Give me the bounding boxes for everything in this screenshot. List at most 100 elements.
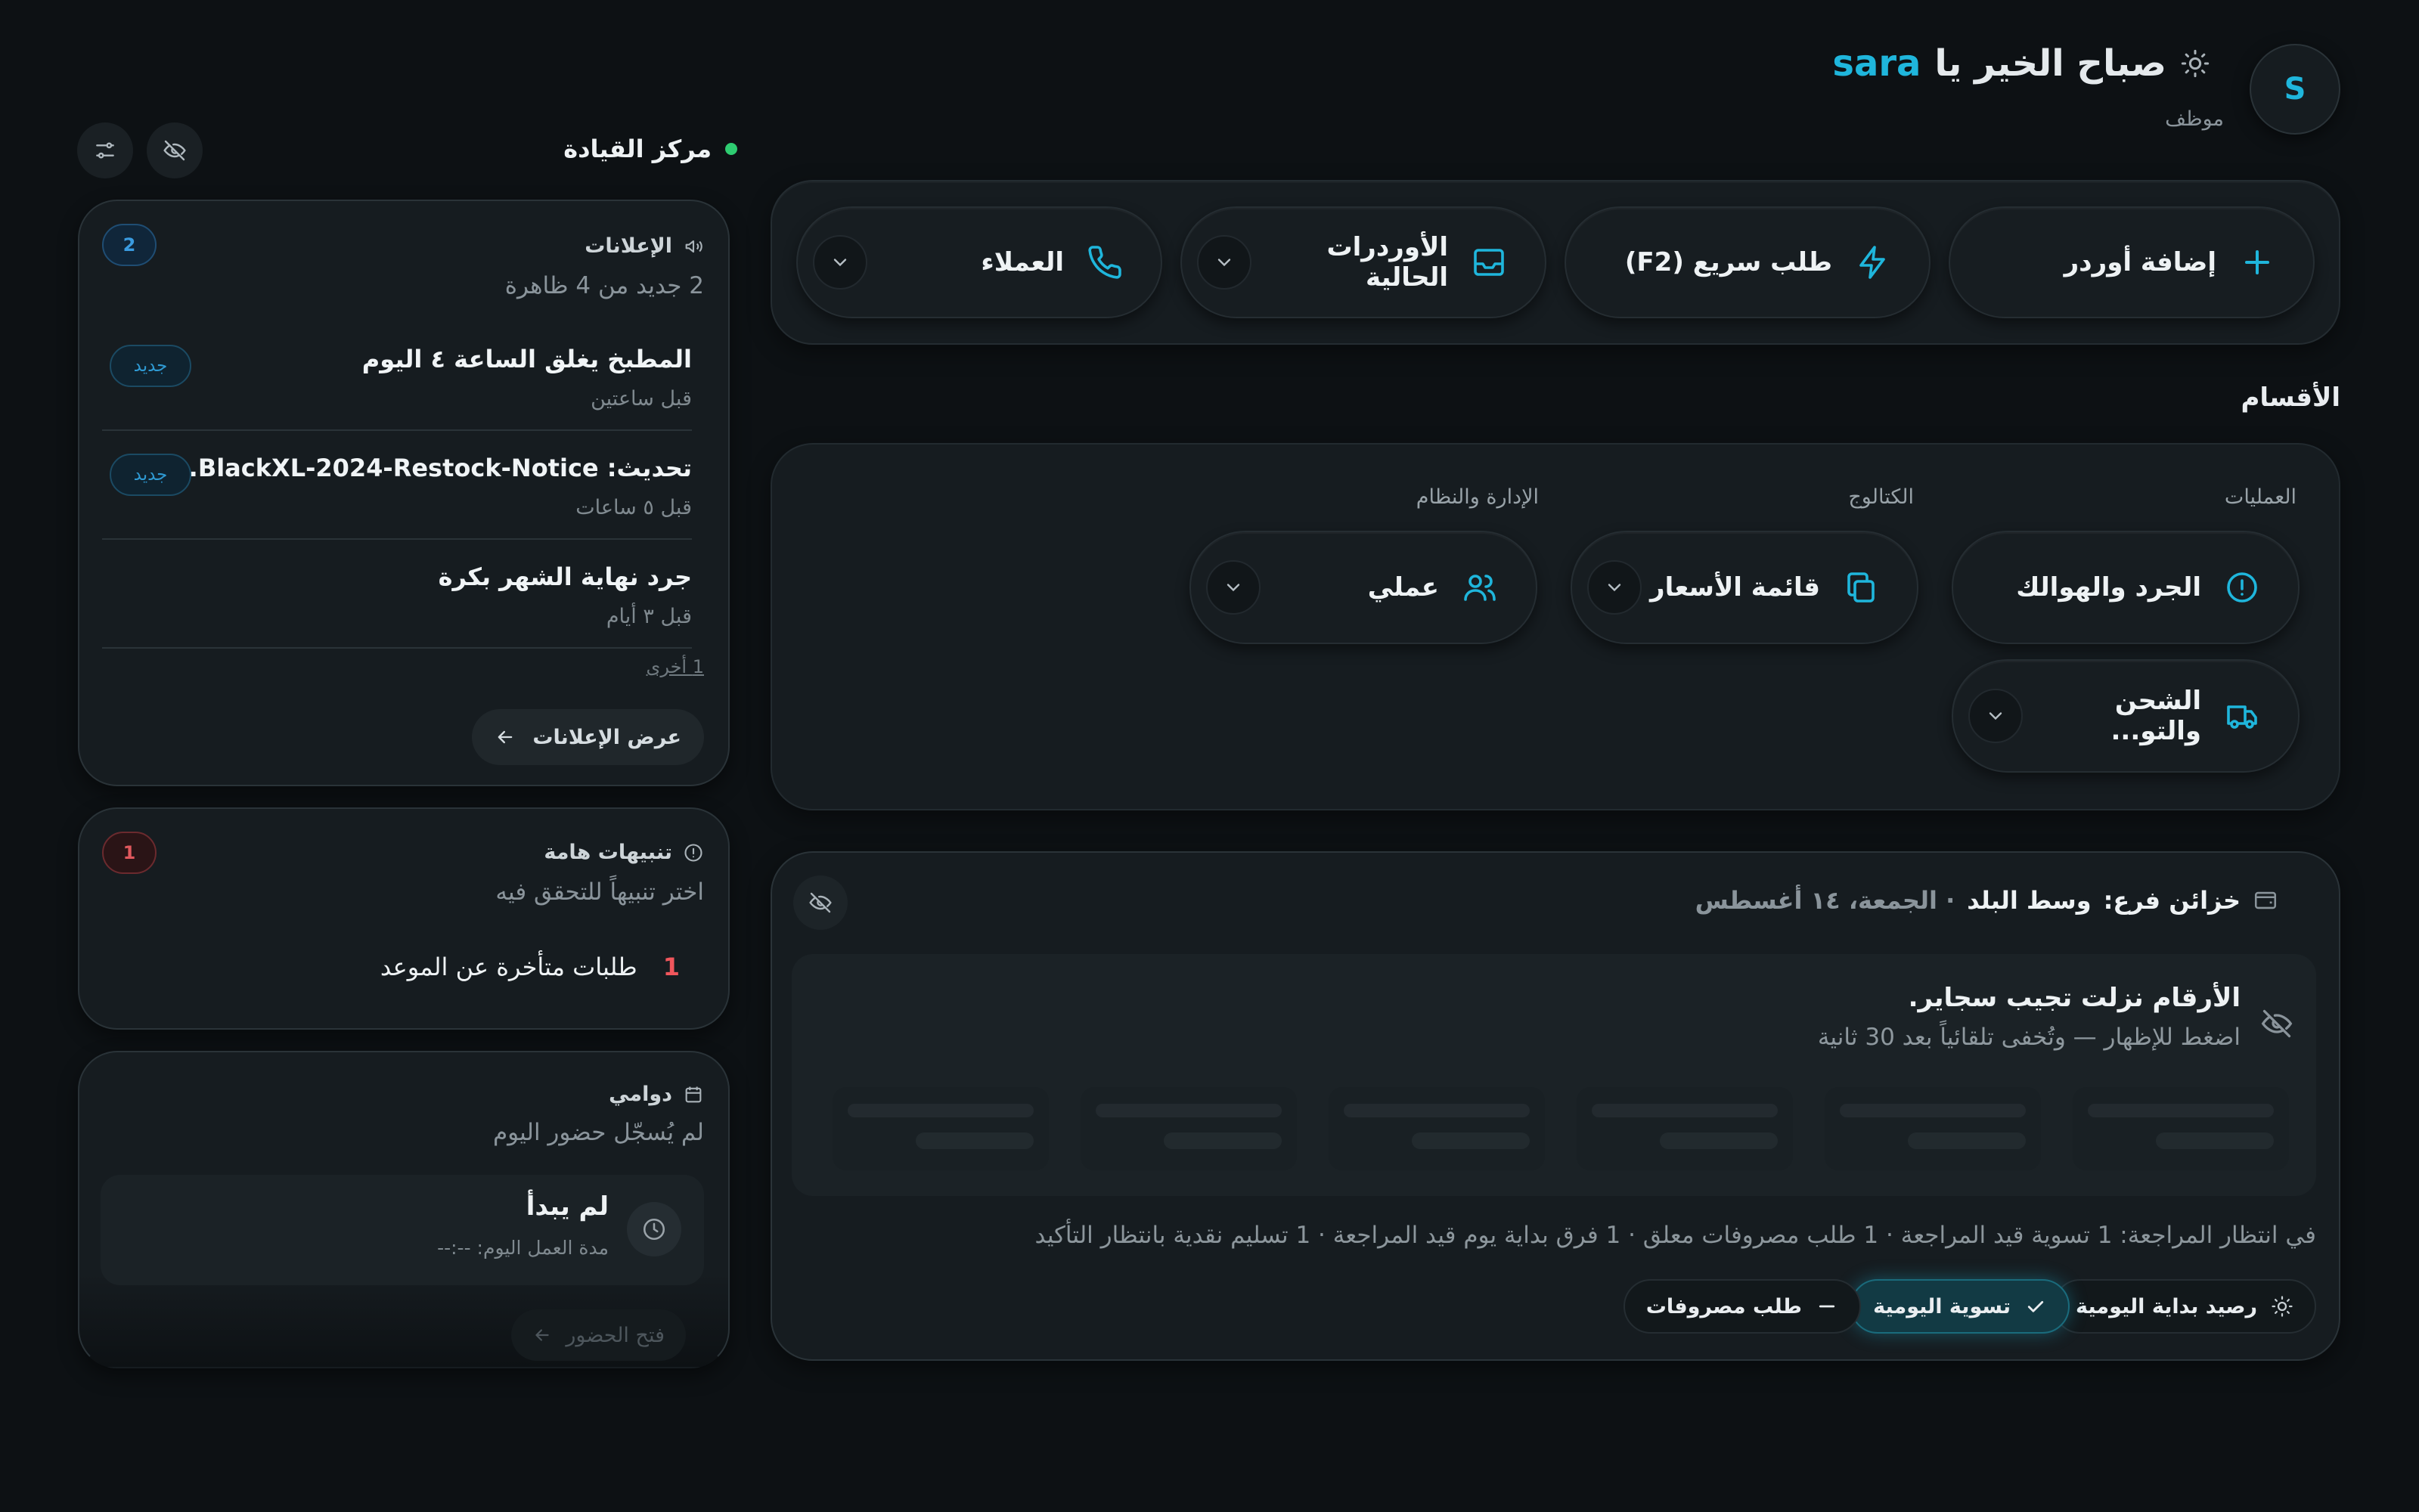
daily-settlement-button[interactable]: تسوية اليومية [1850,1279,2070,1334]
sun-icon [2271,1295,2293,1318]
attendance-subtitle: لم يُسجّل حضور اليوم [492,1119,704,1146]
expense-request-label: طلب مصروفات [1645,1294,1802,1318]
hidden-numbers-title: الأرقام نزلت تجيب سجاير. [1908,983,2241,1013]
chevron-down-icon[interactable] [1197,235,1251,290]
inventory-waste-item[interactable]: الجرد والهوالك [1952,531,2300,644]
view-announcements-button[interactable]: عرض الإعلانات [472,709,704,765]
skeleton-card [1825,1087,2041,1170]
view-announcements-label: عرض الإعلانات [532,725,681,749]
attendance-title: دوامي [609,1083,672,1106]
chevron-down-icon[interactable] [813,235,867,290]
skeleton-card [1329,1087,1545,1170]
hidden-numbers-subtitle: اضغط للإظهار — وتُخفى تلقائياً بعد 30 ثا… [1817,1024,2241,1051]
shipping-label: الشحن والتو... [2110,686,2202,746]
announcement-time: قبل ساعتين [591,387,692,411]
open-attendance-label: فتح الحضور [566,1323,665,1347]
daily-settlement-label: تسوية اليومية [1873,1294,2011,1318]
price-list-item[interactable]: قائمة الأسعار [1571,531,1918,644]
announcements-header: الإعلانات [585,234,704,258]
user-avatar[interactable]: S [2250,44,2340,135]
sun-icon[interactable] [2180,48,2210,79]
alerts-header: تنبيهات هامة [544,841,704,864]
hidden-numbers-box[interactable]: الأرقام نزلت تجيب سجاير. اضغط للإظهار — … [792,954,2316,1196]
command-center-title: مركز القيادة [563,135,737,163]
current-orders-button[interactable]: الأوردرات الحالية [1180,206,1546,318]
users-icon [1462,569,1498,606]
new-badge: جديد [110,345,191,387]
user-role: موظف [2165,107,2224,131]
chevron-down-icon[interactable] [1587,560,1642,615]
my-work-label: عملي [1367,572,1439,603]
alerts-count-badge: 1 [102,832,157,874]
calendar-icon [683,1084,704,1105]
expense-request-button[interactable]: طلب مصروفات [1623,1279,1861,1334]
overdue-count: 1 [662,953,680,981]
command-center-label: مركز القيادة [563,135,712,163]
minus-icon [1816,1295,1838,1318]
treasury-header: خزائن فرع: وسط البلد · الجمعة، ١٤ أغسطس [1695,886,2278,915]
attendance-header: دوامي [609,1083,704,1106]
section-heading-admin: الإدارة والنظام [1416,485,1539,509]
megaphone-icon [683,236,704,257]
truck-icon [2224,698,2260,734]
eye-off-icon [808,891,833,915]
chevron-down-icon[interactable] [1968,689,2023,743]
divider [102,538,692,540]
wallet-icon [2253,888,2278,913]
opening-balance-label: رصيد بداية اليومية [2075,1294,2257,1318]
my-work-item[interactable]: عملي [1189,531,1537,644]
announcement-item[interactable]: المطبخ يغلق الساعة ٤ اليوم قبل ساعتين جد… [102,345,692,443]
eye-off-icon [2260,1007,2293,1040]
announcement-item[interactable]: تحديث: BlackXL-2024-Restock-Notice... قب… [102,454,692,552]
hide-numbers-button[interactable] [793,875,848,930]
work-duration: مدة العمل اليوم: --:-- [437,1237,609,1259]
chevron-down-icon[interactable] [1206,560,1261,615]
new-badge: جديد [110,454,191,496]
open-attendance-button[interactable]: فتح الحضور [511,1309,686,1361]
skeleton-card [1081,1087,1297,1170]
settings-sliders-button[interactable] [77,122,133,178]
announcement-title: جرد نهاية الشهر بكرة [438,562,692,591]
more-announcements-link[interactable]: 1 أخرى [647,656,704,677]
skeleton-card [833,1087,1049,1170]
treasury-branch: وسط البلد [1967,886,2092,915]
overdue-label: طلبات متأخرة عن الموعد [380,953,637,981]
skeleton-card [2073,1087,2289,1170]
add-order-button[interactable]: إضافة أوردر [1949,206,2315,318]
announcement-title: تحديث: BlackXL-2024-Restock-Notice... [170,454,692,482]
quick-actions-panel: إضافة أوردر طلب سريع (F2) الأوردرات الحا… [771,180,2340,345]
phone-icon [1087,244,1123,280]
username: sara [1832,42,1921,85]
alerts-card: تنبيهات هامة 1 اختر تنبيهاً للتحقق فيه 1… [78,807,730,1030]
arrow-left-icon [495,727,516,748]
customers-label: العملاء [981,247,1064,277]
overdue-orders-alert[interactable]: 1 طلبات متأخرة عن الموعد [380,953,680,981]
announcements-count-badge: 2 [102,224,157,266]
announcement-time: قبل ٣ أيام [606,605,692,628]
section-heading-operations: العمليات [2224,485,2296,509]
shipping-item[interactable]: الشحن والتو... [1952,659,2300,773]
divider [102,429,692,431]
opening-balance-button[interactable]: رصيد بداية اليومية [2052,1279,2316,1334]
announcement-item[interactable]: جرد نهاية الشهر بكرة قبل ٣ أيام [102,562,692,661]
alert-circle-icon [2224,569,2260,606]
inbox-icon [1471,244,1507,280]
greeting-text: صباح الخير يا [1934,42,2166,85]
divider [102,647,692,649]
check-icon [2024,1295,2047,1318]
alerts-subtitle: اختر تنبيهاً للتحقق فيه [495,878,704,906]
hide-toggle-button[interactable] [147,122,203,178]
section-heading-catalog: الكتالوج [1848,485,1914,509]
online-status-dot [725,143,737,155]
inventory-waste-label: الجرد والهوالك [2016,572,2201,603]
announcements-card: الإعلانات 2 2 جديد من 4 ظاهرة المطبخ يغل… [78,200,730,786]
skeleton-card [1577,1087,1793,1170]
attendance-status: لم يبدأ [526,1191,609,1222]
sections-panel: العمليات الكتالوج الإدارة والنظام الجرد … [771,443,2340,810]
add-order-label: إضافة أوردر [2064,247,2216,277]
customers-button[interactable]: العملاء [796,206,1162,318]
eye-off-icon [163,138,187,163]
arrow-left-icon [532,1325,552,1345]
announcements-title: الإعلانات [585,234,672,258]
quick-order-button[interactable]: طلب سريع (F2) [1565,206,1931,318]
